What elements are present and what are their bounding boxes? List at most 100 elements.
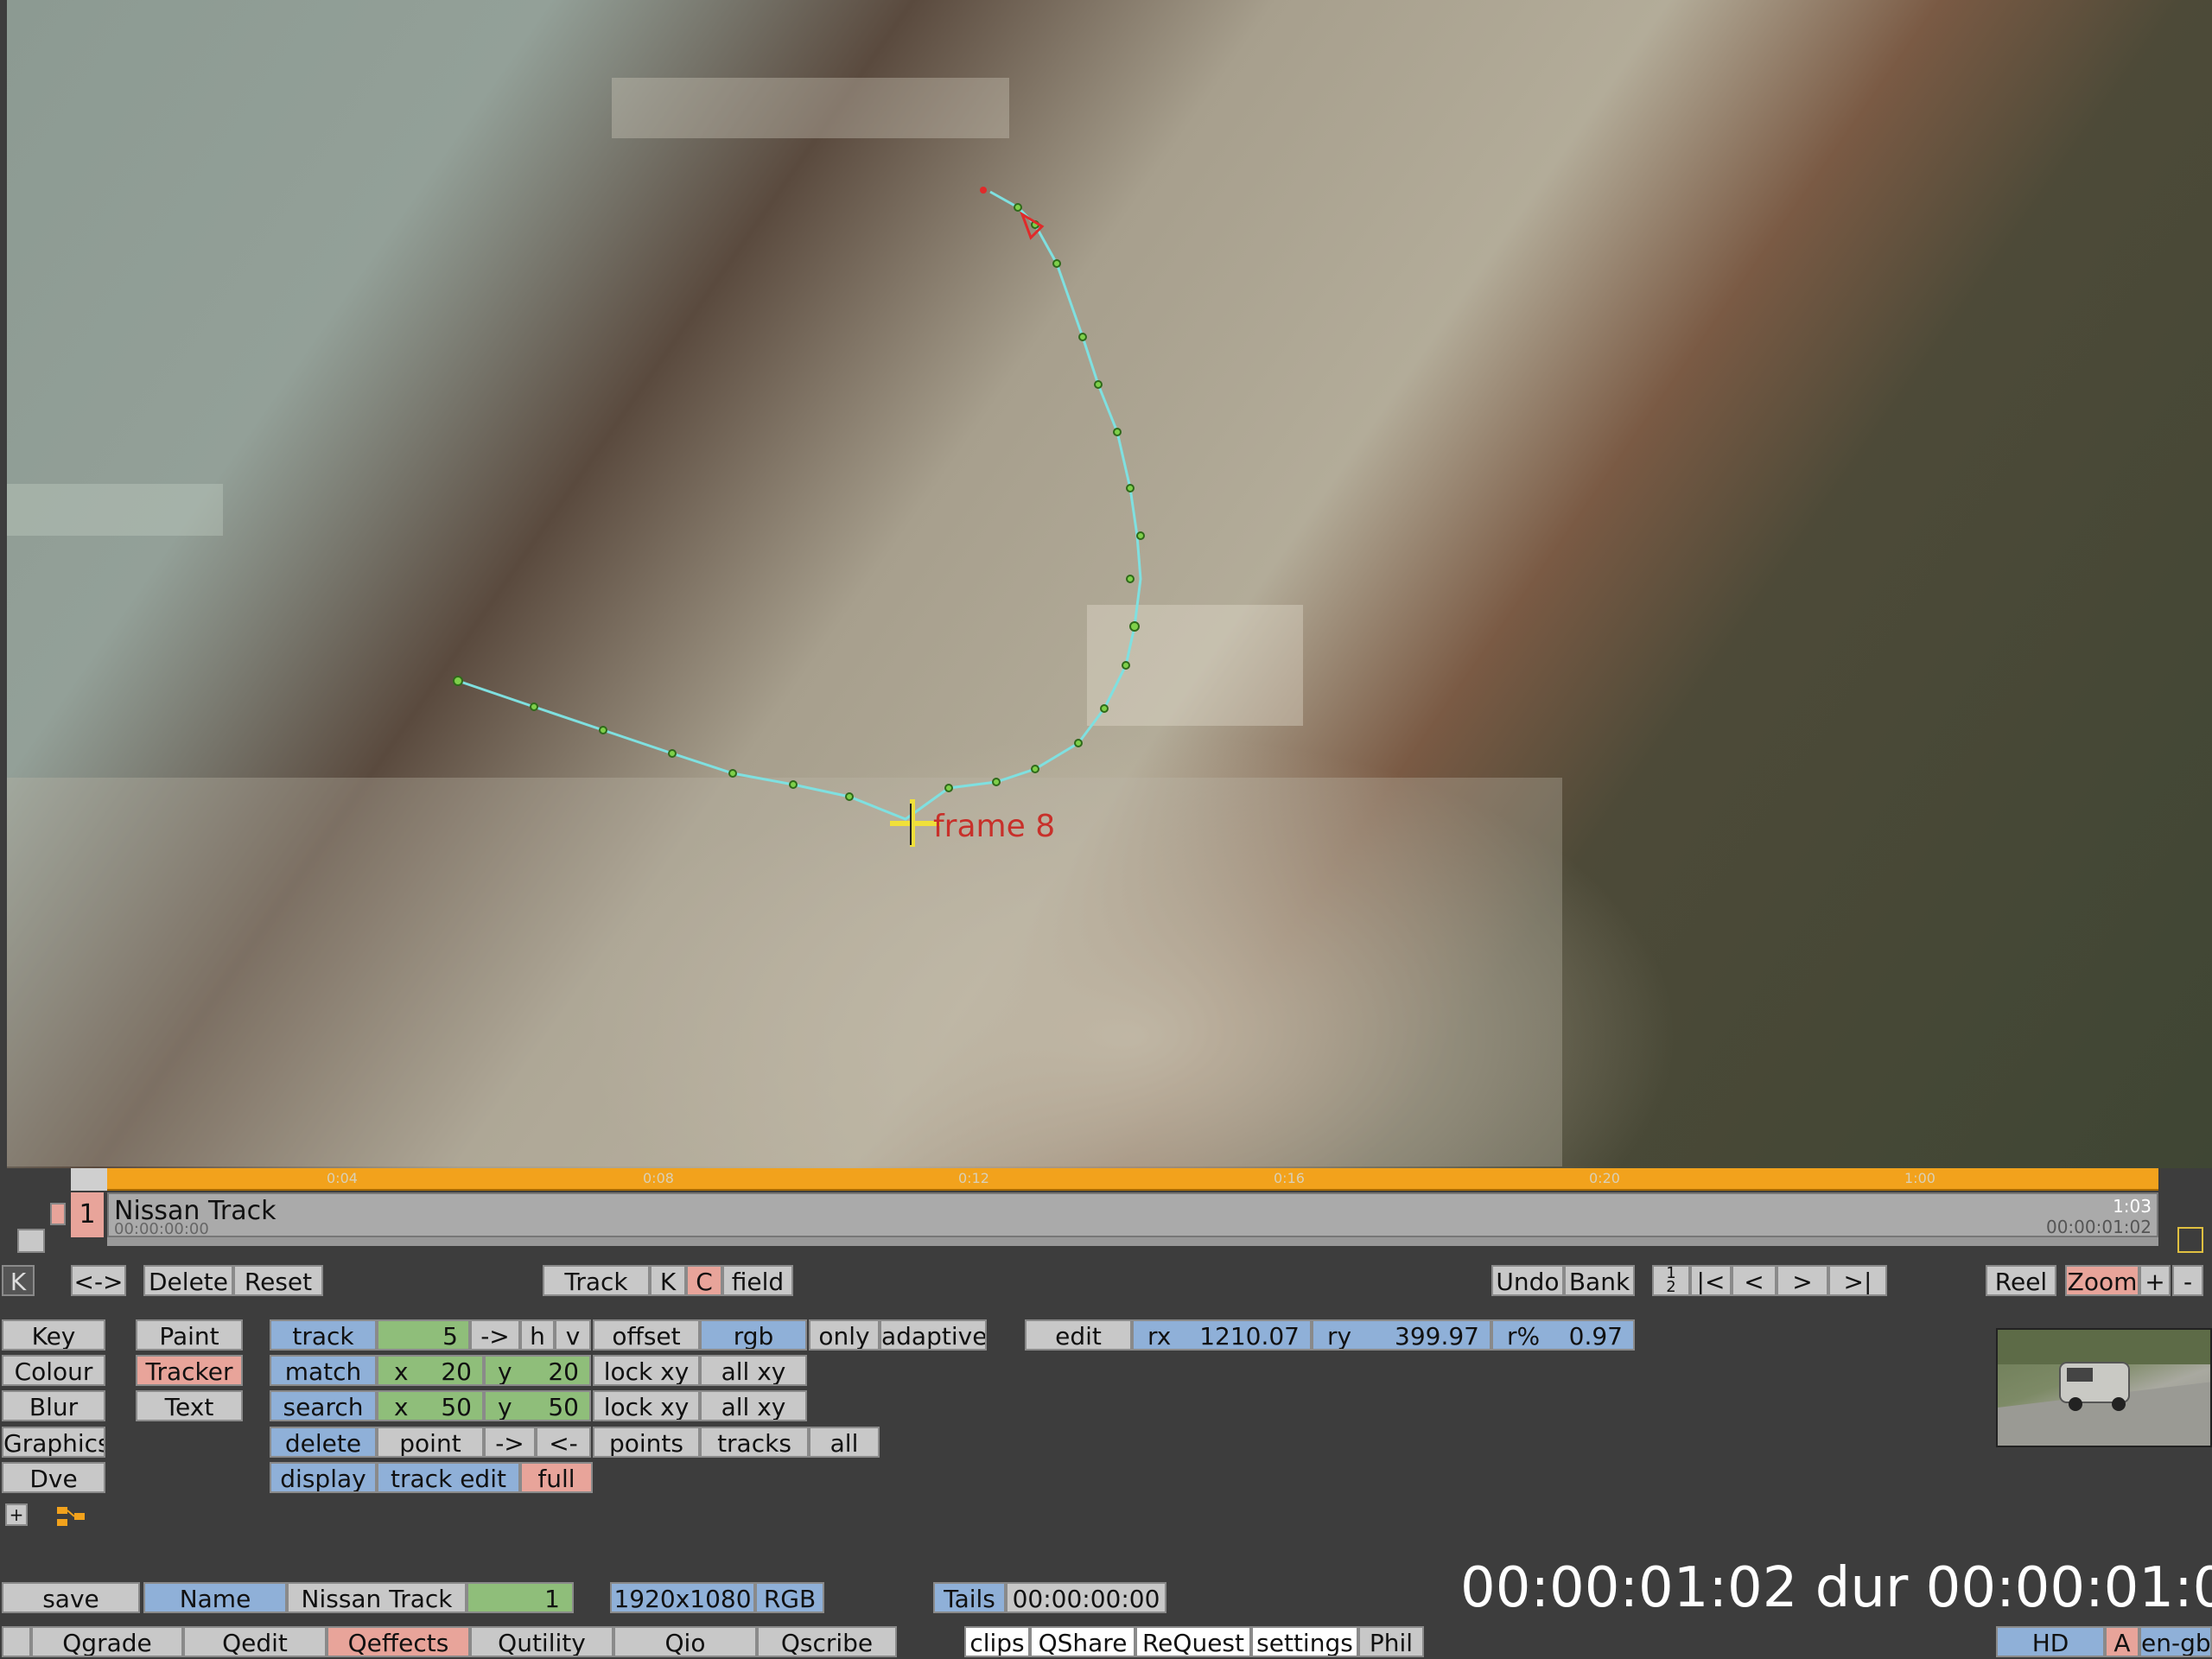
tails-button[interactable]: Tails <box>933 1582 1006 1613</box>
clip-marker[interactable] <box>50 1203 66 1225</box>
save-button[interactable]: save <box>2 1582 140 1613</box>
tab-qgrade[interactable]: Qgrade <box>31 1626 183 1657</box>
step-forward-button[interactable]: > <box>1777 1265 1828 1296</box>
search-all-xy-button[interactable]: all xy <box>700 1390 807 1421</box>
format-indicator[interactable]: HD <box>1996 1626 2105 1657</box>
reset-button[interactable]: Reset <box>233 1265 323 1296</box>
colorspace-field[interactable]: RGB <box>755 1582 824 1613</box>
match-lock-xy-button[interactable]: lock xy <box>593 1355 700 1386</box>
menu-dve[interactable]: Dve <box>2 1462 105 1493</box>
menu-graphics[interactable]: Graphics <box>2 1427 105 1458</box>
tab-qscribe[interactable]: Qscribe <box>757 1626 897 1657</box>
delete-button[interactable]: Delete <box>143 1265 233 1296</box>
swap-button[interactable]: <-> <box>71 1265 126 1296</box>
track-mode-button[interactable]: Track <box>543 1265 650 1296</box>
edit-button[interactable]: edit <box>1025 1319 1132 1351</box>
undo-button[interactable]: Undo <box>1491 1265 1564 1296</box>
tree-icon[interactable] <box>55 1505 88 1528</box>
match-button[interactable]: match <box>270 1355 377 1386</box>
k-mode-button[interactable]: K <box>650 1265 686 1296</box>
step-back-button[interactable]: < <box>1732 1265 1777 1296</box>
tracks-button[interactable]: tracks <box>700 1427 809 1458</box>
tool-tracker[interactable]: Tracker <box>136 1355 243 1386</box>
track-forward-button[interactable]: -> <box>470 1319 520 1351</box>
bank-button[interactable]: Bank <box>1564 1265 1635 1296</box>
tab-qio[interactable]: Qio <box>613 1626 757 1657</box>
tab-qutility[interactable]: Qutility <box>470 1626 613 1657</box>
search-lock-xy-button[interactable]: lock xy <box>593 1390 700 1421</box>
tab-request[interactable]: ReQuest <box>1135 1626 1251 1657</box>
reel-button[interactable]: Reel <box>1986 1265 2056 1296</box>
track-button[interactable]: track <box>270 1319 377 1351</box>
adaptive-button[interactable]: adaptive <box>880 1319 987 1351</box>
h-button[interactable]: h <box>520 1319 555 1351</box>
field-toggle-icon[interactable]: 12 <box>1652 1265 1690 1296</box>
name-field[interactable]: Nissan Track <box>287 1582 467 1613</box>
track-scrollbar[interactable] <box>107 1237 2158 1246</box>
track-path-overlay[interactable]: frame 8 <box>7 0 2212 1168</box>
locale-indicator[interactable]: en-gb <box>2139 1626 2212 1657</box>
offset-button[interactable]: offset <box>593 1319 700 1351</box>
zoom-in-button[interactable]: + <box>2139 1265 2171 1296</box>
tab-qeffects[interactable]: Qeffects <box>327 1626 470 1657</box>
reel-number[interactable]: 1 <box>71 1192 104 1237</box>
add-icon[interactable]: + <box>5 1503 28 1526</box>
tab-qshare[interactable]: QShare <box>1030 1626 1135 1657</box>
timeline-ruler[interactable]: 0:04 0:08 0:12 0:16 0:20 1:00 <box>107 1168 2158 1191</box>
channel-indicator[interactable]: A <box>2105 1626 2139 1657</box>
match-x-field[interactable]: x 20 <box>377 1355 484 1386</box>
track-value-field[interactable]: 5 <box>377 1319 470 1351</box>
number-field[interactable]: 1 <box>467 1582 574 1613</box>
tails-timecode-field[interactable]: 00:00:00:00 <box>1006 1582 1166 1613</box>
menu-colour[interactable]: Colour <box>2 1355 105 1386</box>
menu-key[interactable]: Key <box>2 1319 105 1351</box>
tool-text[interactable]: Text <box>136 1390 243 1421</box>
zoom-out-button[interactable]: - <box>2172 1265 2203 1296</box>
field-button[interactable]: field <box>722 1265 793 1296</box>
v-button[interactable]: v <box>555 1319 591 1351</box>
zoom-button[interactable]: Zoom <box>2065 1265 2139 1296</box>
image-viewer[interactable]: frame 8 <box>7 0 2212 1168</box>
menu-blur[interactable]: Blur <box>2 1390 105 1421</box>
match-y-field[interactable]: y 20 <box>484 1355 591 1386</box>
track-select-box[interactable] <box>17 1229 45 1253</box>
search-y-field[interactable]: y 50 <box>484 1390 591 1421</box>
c-mode-button[interactable]: C <box>686 1265 722 1296</box>
point-button[interactable]: point <box>377 1427 484 1458</box>
points-button[interactable]: points <box>593 1427 700 1458</box>
tick-label: 0:08 <box>643 1170 674 1186</box>
delete-track-button[interactable]: delete <box>270 1427 377 1458</box>
go-start-button[interactable]: |< <box>1690 1265 1732 1296</box>
tick-label: 0:20 <box>1589 1170 1620 1186</box>
go-end-button[interactable]: >| <box>1828 1265 1887 1296</box>
match-all-xy-button[interactable]: all xy <box>700 1355 807 1386</box>
track-edit-button[interactable]: track edit <box>377 1462 520 1493</box>
k-button[interactable]: K <box>2 1265 35 1296</box>
all-button[interactable]: all <box>809 1427 880 1458</box>
rx-field[interactable]: rx 1210.07 <box>1132 1319 1312 1351</box>
resolution-field[interactable]: 1920x1080 <box>610 1582 755 1613</box>
clip-track[interactable]: Nissan Track 00:00:00:00 1:03 00:00:01:0… <box>107 1192 2158 1238</box>
ry-label: ry <box>1327 1322 1352 1351</box>
tab-qedit[interactable]: Qedit <box>183 1626 327 1657</box>
tab-user[interactable]: Phil <box>1358 1626 1424 1657</box>
search-button[interactable]: search <box>270 1390 377 1421</box>
end-marker-box[interactable] <box>2177 1227 2203 1253</box>
r-percent-field[interactable]: r% 0.97 <box>1491 1319 1635 1351</box>
full-button[interactable]: full <box>520 1462 593 1493</box>
delete-back-button[interactable]: <- <box>536 1427 591 1458</box>
timeline-start-handle[interactable] <box>71 1168 107 1191</box>
only-button[interactable]: only <box>809 1319 880 1351</box>
tab-clips[interactable]: clips <box>964 1626 1030 1657</box>
search-x-field[interactable]: x 50 <box>377 1390 484 1421</box>
display-button[interactable]: display <box>270 1462 377 1493</box>
ry-field[interactable]: ry 399.97 <box>1312 1319 1491 1351</box>
tool-paint[interactable]: Paint <box>136 1319 243 1351</box>
rx-label: rx <box>1147 1322 1172 1351</box>
search-y-value: 50 <box>548 1393 579 1421</box>
delete-forward-button[interactable]: -> <box>484 1427 536 1458</box>
name-button[interactable]: Name <box>143 1582 287 1613</box>
rgb-button[interactable]: rgb <box>700 1319 807 1351</box>
clip-thumbnail[interactable] <box>1996 1328 2212 1447</box>
tab-settings[interactable]: settings <box>1251 1626 1358 1657</box>
